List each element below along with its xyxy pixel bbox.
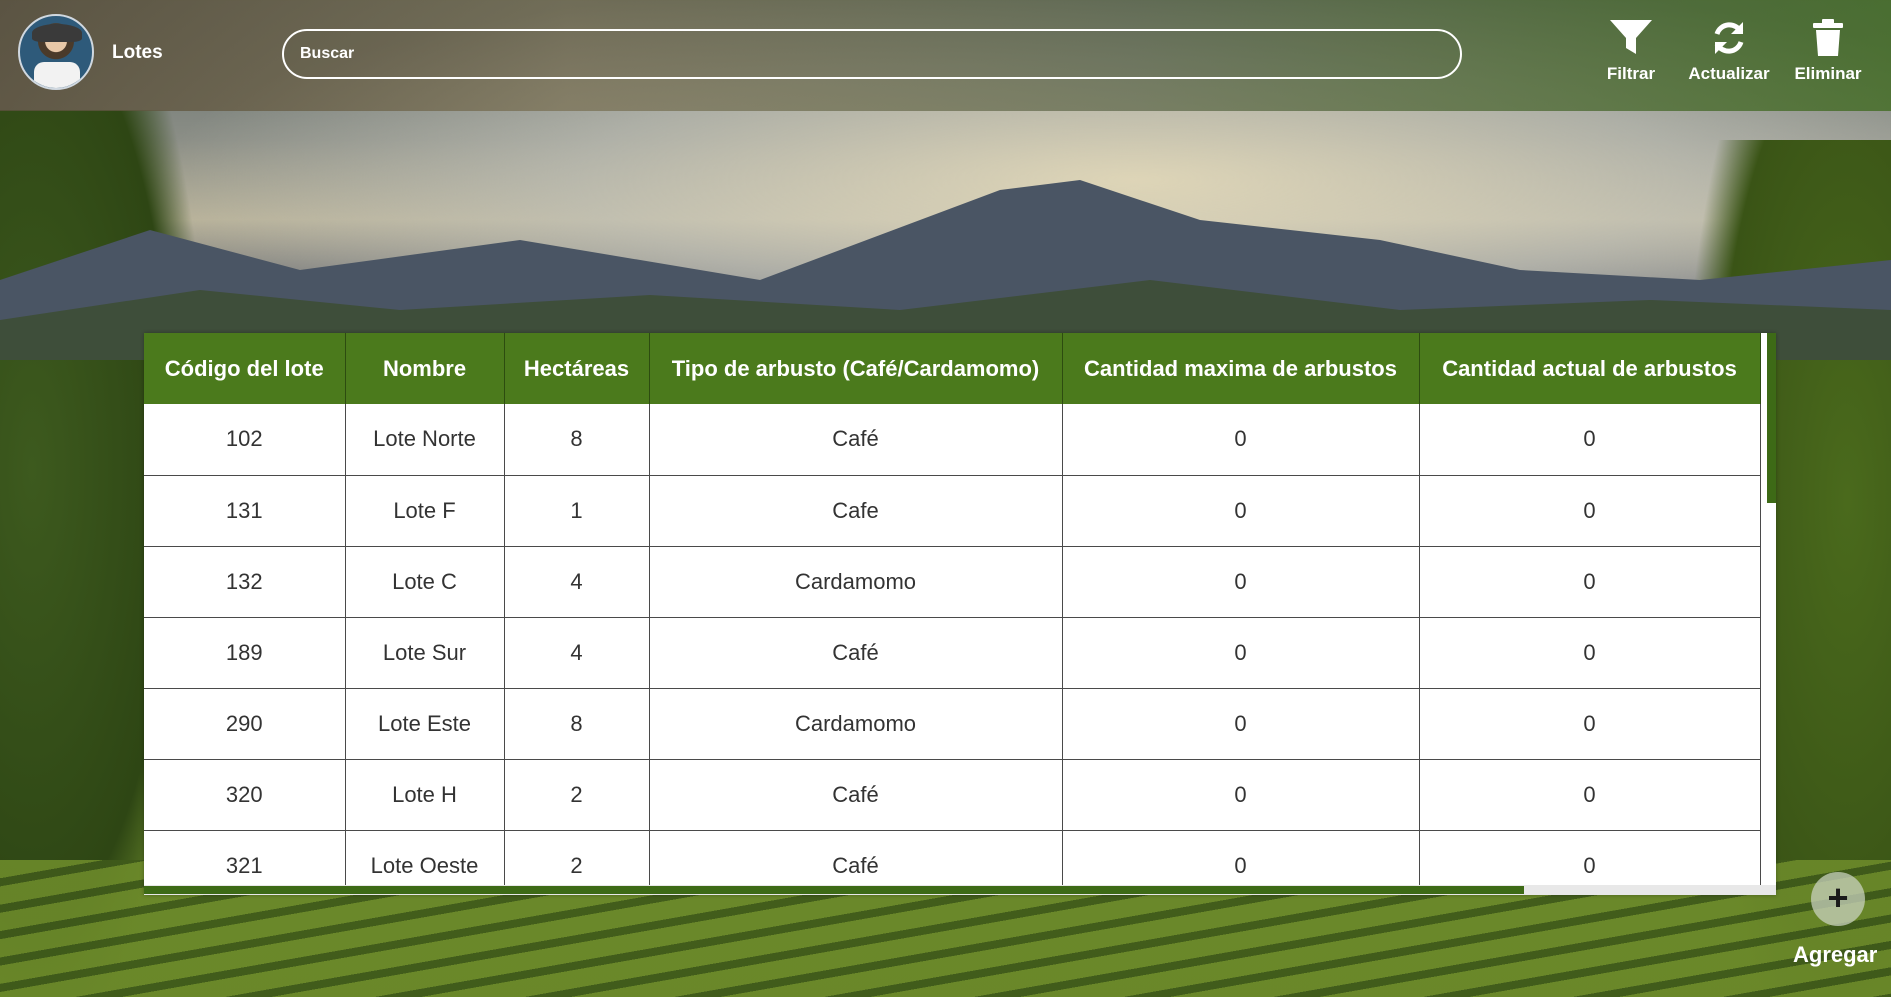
cell-name: Lote Sur [345, 617, 505, 689]
vertical-scrollbar-thumb[interactable] [1767, 333, 1776, 503]
cell-current-shrubs: 0 [1419, 688, 1761, 760]
cell-max-shrubs: 0 [1062, 617, 1420, 689]
cell-max-shrubs: 0 [1062, 759, 1420, 831]
cell-max-shrubs: 0 [1062, 688, 1420, 760]
cell-hectares: 8 [504, 404, 650, 476]
cell-shrub-type: Cardamomo [649, 688, 1063, 760]
lots-table: Código del lote Nombre Hectáreas Tipo de… [144, 333, 1761, 895]
cell-hectares: 4 [504, 546, 650, 618]
cell-name: Lote Norte [345, 404, 505, 476]
cell-shrub-type: Café [649, 617, 1063, 689]
filter-icon [1610, 20, 1652, 54]
cell-max-shrubs: 0 [1062, 475, 1420, 547]
cell-code: 102 [144, 404, 346, 476]
table-row[interactable]: 132 Lote C 4 Cardamomo 0 0 [144, 546, 1761, 618]
cell-current-shrubs: 0 [1419, 475, 1761, 547]
cell-code: 320 [144, 759, 346, 831]
cell-hectares: 1 [504, 475, 650, 547]
add-label[interactable]: Agregar [1793, 942, 1877, 968]
cell-code: 290 [144, 688, 346, 760]
cell-hectares: 2 [504, 759, 650, 831]
cell-hectares: 8 [504, 688, 650, 760]
cell-current-shrubs: 0 [1419, 404, 1761, 476]
search-input[interactable] [282, 29, 1462, 79]
refresh-button[interactable]: Actualizar [1684, 18, 1774, 98]
column-header-hectares[interactable]: Hectáreas [504, 333, 650, 404]
column-header-current-shrubs[interactable]: Cantidad actual de arbustos [1419, 333, 1761, 404]
cell-hectares: 4 [504, 617, 650, 689]
table-row[interactable]: 290 Lote Este 8 Cardamomo 0 0 [144, 688, 1761, 760]
table-row[interactable]: 102 Lote Norte 8 Café 0 0 [144, 404, 1761, 476]
plus-icon: + [1827, 877, 1849, 918]
cell-shrub-type: Café [649, 404, 1063, 476]
delete-label: Eliminar [1794, 64, 1862, 83]
delete-button[interactable]: Eliminar [1783, 18, 1873, 98]
table-row[interactable]: 320 Lote H 2 Café 0 0 [144, 759, 1761, 831]
cell-code: 189 [144, 617, 346, 689]
trash-icon [1813, 19, 1843, 56]
horizontal-scrollbar[interactable] [144, 885, 1776, 895]
horizontal-scrollbar-thumb[interactable] [144, 886, 1524, 894]
column-header-code[interactable]: Código del lote [144, 333, 346, 404]
cell-shrub-type: Cardamomo [649, 546, 1063, 618]
table-row[interactable]: 189 Lote Sur 4 Café 0 0 [144, 617, 1761, 689]
cell-name: Lote C [345, 546, 505, 618]
vertical-scrollbar[interactable] [1767, 333, 1776, 895]
cell-current-shrubs: 0 [1419, 546, 1761, 618]
filter-label: Filtrar [1606, 64, 1656, 83]
cell-code: 131 [144, 475, 346, 547]
refresh-icon [1714, 22, 1744, 54]
cell-current-shrubs: 0 [1419, 617, 1761, 689]
cell-name: Lote Este [345, 688, 505, 760]
table-row[interactable]: 131 Lote F 1 Cafe 0 0 [144, 475, 1761, 547]
cell-name: Lote H [345, 759, 505, 831]
table-header-row: Código del lote Nombre Hectáreas Tipo de… [144, 333, 1761, 404]
column-header-name[interactable]: Nombre [345, 333, 505, 404]
cell-code: 132 [144, 546, 346, 618]
cell-name: Lote F [345, 475, 505, 547]
cell-current-shrubs: 0 [1419, 759, 1761, 831]
top-bar: Lotes Filtrar Actualizar Eliminar [0, 0, 1891, 111]
background-mountains [0, 180, 1891, 360]
cell-shrub-type: Cafe [649, 475, 1063, 547]
refresh-label: Actualizar [1688, 64, 1770, 83]
avatar[interactable] [18, 14, 94, 90]
column-header-shrub-type[interactable]: Tipo de arbusto (Café/Cardamomo) [649, 333, 1063, 404]
page-title: Lotes [112, 42, 163, 63]
filter-button[interactable]: Filtrar [1586, 18, 1676, 98]
add-button[interactable]: + [1811, 872, 1865, 926]
cell-shrub-type: Café [649, 759, 1063, 831]
cell-max-shrubs: 0 [1062, 546, 1420, 618]
column-header-max-shrubs[interactable]: Cantidad maxima de arbustos [1062, 333, 1420, 404]
cell-max-shrubs: 0 [1062, 404, 1420, 476]
lots-table-container: Código del lote Nombre Hectáreas Tipo de… [144, 333, 1776, 895]
